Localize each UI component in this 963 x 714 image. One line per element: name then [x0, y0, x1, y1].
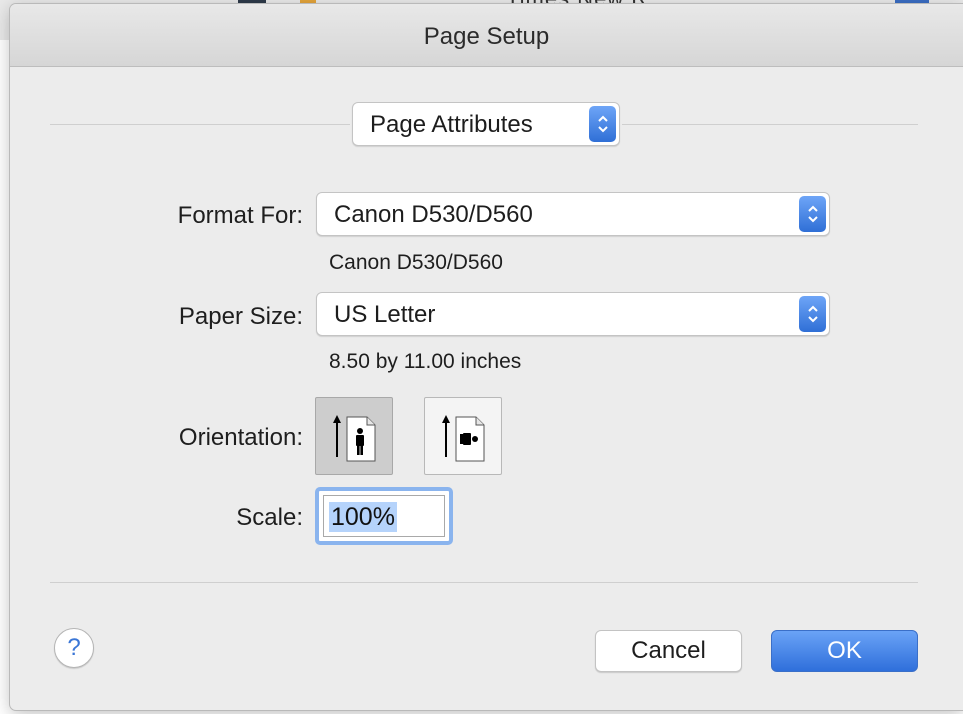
paper-size-label: Paper Size:: [178, 303, 303, 330]
format-for-value: Canon D530/D560: [334, 201, 533, 228]
chevron-updown-icon: [799, 296, 826, 332]
scale-value: 100%: [329, 502, 397, 532]
separator-line: [50, 124, 350, 125]
section-popup-value: Page Attributes: [370, 111, 533, 138]
scale-input-box: 100%: [323, 495, 445, 537]
page-setup-dialog: Page Setup Page Attributes Format For: C…: [10, 4, 963, 710]
format-for-label: Format For:: [177, 202, 303, 229]
orientation-portrait-button[interactable]: [315, 397, 393, 475]
separator-line: [622, 124, 918, 125]
portrait-orientation-icon: [333, 415, 376, 462]
paper-size-popup[interactable]: US Letter: [316, 292, 830, 336]
format-for-popup[interactable]: Canon D530/D560: [316, 192, 830, 236]
format-for-detail: Canon D530/D560: [329, 251, 503, 274]
help-button[interactable]: ?: [54, 628, 94, 668]
scale-label: Scale:: [236, 504, 303, 531]
section-popup[interactable]: Page Attributes: [352, 102, 620, 146]
scale-input[interactable]: 100%: [315, 487, 453, 545]
ok-button[interactable]: OK: [771, 630, 918, 672]
orientation-landscape-button[interactable]: [424, 397, 502, 475]
cancel-button[interactable]: Cancel: [595, 630, 742, 672]
separator-line: [50, 582, 918, 583]
chevron-updown-icon: [589, 106, 616, 142]
dialog-title: Page Setup: [10, 4, 963, 67]
chevron-updown-icon: [799, 196, 826, 232]
landscape-orientation-icon: [442, 415, 485, 462]
paper-size-value: US Letter: [334, 301, 436, 328]
paper-size-detail: 8.50 by 11.00 inches: [329, 350, 522, 373]
orientation-label: Orientation:: [178, 424, 303, 451]
